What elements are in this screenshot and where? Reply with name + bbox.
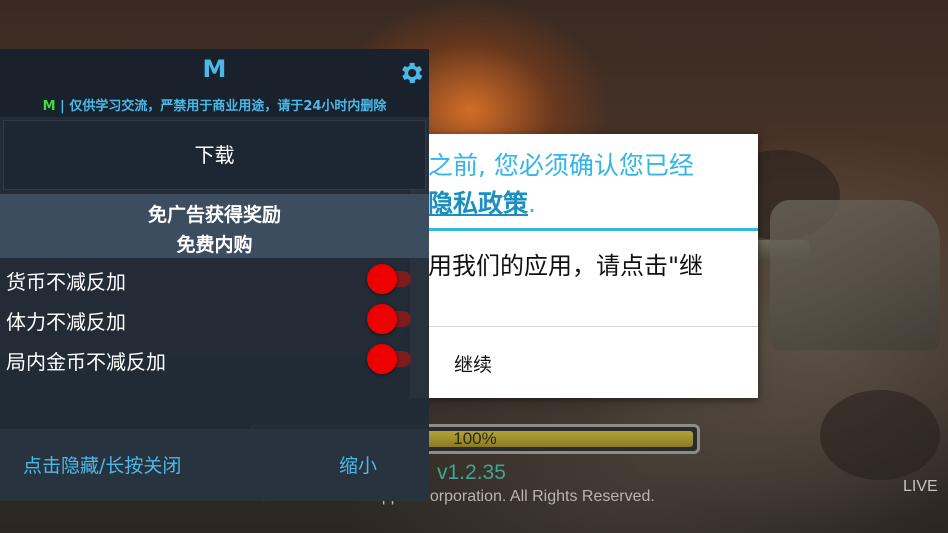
dialog-title-line: 之前, 您必须确认您已经 xyxy=(428,151,694,180)
currency-toggle-switch[interactable] xyxy=(367,264,413,294)
notice-text: | 仅供学习交流，严禁用于商业用途，请于24小时内删除 xyxy=(55,99,387,114)
mod-menu-footer: 点击隐藏/长按关闭 缩小 xyxy=(0,429,429,501)
switch-thumb xyxy=(367,264,397,294)
mod-menu-title: M xyxy=(202,55,227,83)
dialog-body-text: 用我们的应用，请点击"继 xyxy=(428,252,704,280)
background-foliage xyxy=(820,390,940,480)
minimize-button[interactable]: 缩小 xyxy=(339,451,377,478)
dialog-policy-line: 隐私政策. xyxy=(428,184,536,220)
switch-thumb xyxy=(367,344,397,374)
privacy-dialog: 之前, 您必须确认您已经 隐私政策. 用我们的应用，请点击"继 继续 xyxy=(410,134,758,398)
toggle-label: 局内金币不减反加 xyxy=(6,350,166,374)
toggle-row-currency: 货币不减反加 xyxy=(0,260,429,298)
dialog-button-divider xyxy=(410,326,758,327)
ingame-gold-toggle-switch[interactable] xyxy=(367,344,413,374)
notice-prefix: M xyxy=(42,99,56,114)
mod-menu-panel: M M | 仅供学习交流，严禁用于商业用途，请于24小时内删除 下载 免广告获得… xyxy=(0,49,429,501)
toggle-row-ingame-gold: 局内金币不减反加 xyxy=(0,340,429,378)
feature-section-header: 免广告获得奖励 免费内购 xyxy=(0,194,429,258)
continue-button[interactable]: 继续 xyxy=(454,350,492,377)
hide-close-button[interactable]: 点击隐藏/长按关闭 xyxy=(23,451,181,478)
live-badge: LIVE xyxy=(903,478,938,495)
dialog-policy-suffix: . xyxy=(528,189,536,218)
toggle-label: 体力不减反加 xyxy=(6,310,126,334)
ad-free-reward-label: 免广告获得奖励 xyxy=(147,204,281,226)
mod-menu-header: M M | 仅供学习交流，严禁用于商业用途，请于24小时内删除 xyxy=(0,49,429,117)
gear-icon[interactable] xyxy=(397,59,425,87)
toggle-row-stamina: 体力不减反加 xyxy=(0,300,429,338)
free-purchase-label: 免费内购 xyxy=(176,234,253,256)
stamina-toggle-switch[interactable] xyxy=(367,304,413,334)
download-button[interactable]: 下载 xyxy=(3,120,426,190)
game-version: v1.2.35 xyxy=(437,461,506,484)
dialog-title-divider xyxy=(410,228,758,231)
disclaimer-notice: M | 仅供学习交流，严禁用于商业用途，请于24小时内删除 xyxy=(0,95,429,114)
switch-thumb xyxy=(367,304,397,334)
toggle-label: 货币不减反加 xyxy=(6,270,126,294)
tank-artwork xyxy=(770,200,940,350)
privacy-policy-link[interactable]: 隐私政策 xyxy=(428,189,528,218)
